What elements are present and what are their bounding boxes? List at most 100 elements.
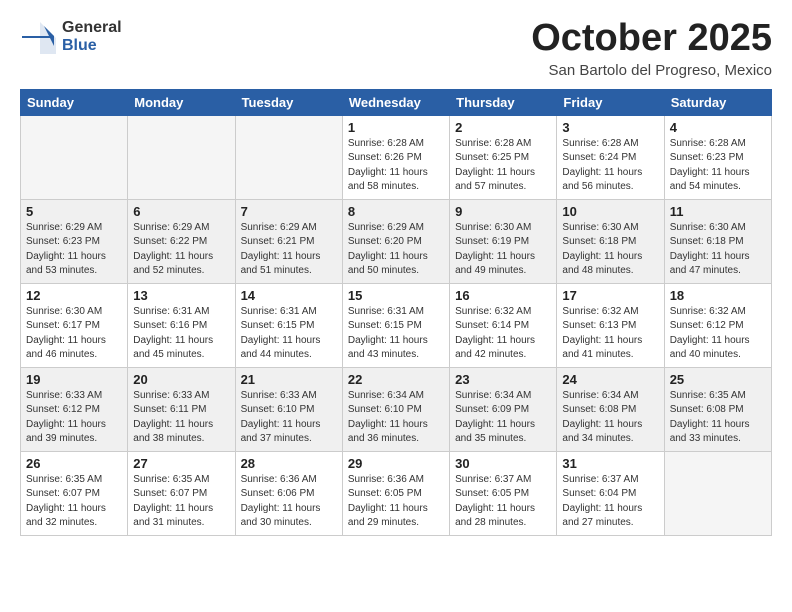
subtitle: San Bartolo del Progreso, Mexico [531,62,772,79]
column-header-thursday: Thursday [450,89,557,115]
header: General Blue October 2025 San Bartolo de… [20,18,772,79]
day-number: 21 [241,372,337,387]
calendar-cell: 20 Sunrise: 6:33 AM Sunset: 6:11 PM Dayli… [128,367,235,451]
day-number: 27 [133,456,229,471]
calendar-cell: 14 Sunrise: 6:31 AM Sunset: 6:15 PM Dayli… [235,283,342,367]
column-header-monday: Monday [128,89,235,115]
day-info: Sunrise: 6:33 AM Sunset: 6:12 PM Dayligh… [26,389,122,447]
day-info: Sunrise: 6:36 AM Sunset: 6:05 PM Dayligh… [348,473,444,531]
day-number: 23 [455,372,551,387]
calendar-cell: 25 Sunrise: 6:35 AM Sunset: 6:08 PM Dayli… [664,367,771,451]
day-info: Sunrise: 6:31 AM Sunset: 6:16 PM Dayligh… [133,305,229,363]
calendar-cell: 6 Sunrise: 6:29 AM Sunset: 6:22 PM Daylig… [128,199,235,283]
calendar-cell: 12 Sunrise: 6:30 AM Sunset: 6:17 PM Dayli… [21,283,128,367]
day-number: 16 [455,288,551,303]
day-info: Sunrise: 6:28 AM Sunset: 6:24 PM Dayligh… [562,137,658,195]
day-number: 31 [562,456,658,471]
calendar: SundayMondayTuesdayWednesdayThursdayFrid… [20,89,772,536]
day-info: Sunrise: 6:28 AM Sunset: 6:26 PM Dayligh… [348,137,444,195]
day-info: Sunrise: 6:32 AM Sunset: 6:12 PM Dayligh… [670,305,766,363]
calendar-week-row: 26Sunrise: 6:35 AM Sunset: 6:07 PM Dayli… [21,451,772,535]
calendar-cell: 3 Sunrise: 6:28 AM Sunset: 6:24 PM Daylig… [557,115,664,199]
day-info: Sunrise: 6:34 AM Sunset: 6:10 PM Dayligh… [348,389,444,447]
day-info: Sunrise: 6:30 AM Sunset: 6:19 PM Dayligh… [455,221,551,279]
day-number: 8 [348,204,444,219]
column-header-friday: Friday [557,89,664,115]
day-number: 18 [670,288,766,303]
day-info: Sunrise: 6:29 AM Sunset: 6:22 PM Dayligh… [133,221,229,279]
day-number: 20 [133,372,229,387]
day-number: 15 [348,288,444,303]
day-info: Sunrise: 6:29 AM Sunset: 6:23 PM Dayligh… [26,221,122,279]
logo-general: General [62,19,122,37]
calendar-cell: 30 Sunrise: 6:37 AM Sunset: 6:05 PM Dayli… [450,451,557,535]
day-number: 2 [455,120,551,135]
column-header-tuesday: Tuesday [235,89,342,115]
calendar-cell: 23 Sunrise: 6:34 AM Sunset: 6:09 PM Dayli… [450,367,557,451]
day-info: Sunrise: 6:29 AM Sunset: 6:20 PM Dayligh… [348,221,444,279]
day-number: 5 [26,204,122,219]
day-info: Sunrise: 6:33 AM Sunset: 6:10 PM Dayligh… [241,389,337,447]
calendar-cell: 15 Sunrise: 6:31 AM Sunset: 6:15 PM Dayli… [342,283,449,367]
day-number: 4 [670,120,766,135]
day-number: 13 [133,288,229,303]
day-info: Sunrise: 6:30 AM Sunset: 6:17 PM Dayligh… [26,305,122,363]
column-header-wednesday: Wednesday [342,89,449,115]
day-number: 29 [348,456,444,471]
day-number: 12 [26,288,122,303]
day-info: Sunrise: 6:35 AM Sunset: 6:07 PM Dayligh… [26,473,122,531]
month-title: October 2025 [531,18,772,60]
day-info: Sunrise: 6:37 AM Sunset: 6:05 PM Dayligh… [455,473,551,531]
day-number: 6 [133,204,229,219]
day-number: 19 [26,372,122,387]
calendar-cell: 11Sunrise: 6:30 AM Sunset: 6:18 PM Dayli… [664,199,771,283]
day-number: 14 [241,288,337,303]
calendar-week-row: 1 Sunrise: 6:28 AM Sunset: 6:26 PM Daylig… [21,115,772,199]
day-info: Sunrise: 6:36 AM Sunset: 6:06 PM Dayligh… [241,473,337,531]
calendar-cell: 8 Sunrise: 6:29 AM Sunset: 6:20 PM Daylig… [342,199,449,283]
calendar-cell: 1 Sunrise: 6:28 AM Sunset: 6:26 PM Daylig… [342,115,449,199]
day-number: 24 [562,372,658,387]
day-info: Sunrise: 6:35 AM Sunset: 6:07 PM Dayligh… [133,473,229,531]
day-number: 3 [562,120,658,135]
calendar-week-row: 12 Sunrise: 6:30 AM Sunset: 6:17 PM Dayli… [21,283,772,367]
calendar-cell: 4 Sunrise: 6:28 AM Sunset: 6:23 PM Daylig… [664,115,771,199]
day-info: Sunrise: 6:28 AM Sunset: 6:23 PM Dayligh… [670,137,766,195]
day-number: 25 [670,372,766,387]
day-number: 30 [455,456,551,471]
page: General Blue October 2025 San Bartolo de… [0,0,792,612]
day-number: 28 [241,456,337,471]
day-info: Sunrise: 6:37 AM Sunset: 6:04 PM Dayligh… [562,473,658,531]
day-number: 11 [670,204,766,219]
logo: General Blue [20,18,122,56]
day-info: Sunrise: 6:34 AM Sunset: 6:08 PM Dayligh… [562,389,658,447]
calendar-cell: 31 Sunrise: 6:37 AM Sunset: 6:04 PM Dayli… [557,451,664,535]
calendar-cell: 27 Sunrise: 6:35 AM Sunset: 6:07 PM Dayli… [128,451,235,535]
day-number: 10 [562,204,658,219]
day-info: Sunrise: 6:29 AM Sunset: 6:21 PM Dayligh… [241,221,337,279]
day-number: 7 [241,204,337,219]
day-info: Sunrise: 6:30 AM Sunset: 6:18 PM Dayligh… [562,221,658,279]
calendar-cell: 5 Sunrise: 6:29 AM Sunset: 6:23 PM Daylig… [21,199,128,283]
day-info: Sunrise: 6:34 AM Sunset: 6:09 PM Dayligh… [455,389,551,447]
calendar-cell: 21 Sunrise: 6:33 AM Sunset: 6:10 PM Dayli… [235,367,342,451]
calendar-cell: 10 Sunrise: 6:30 AM Sunset: 6:18 PM Dayli… [557,199,664,283]
calendar-cell: 28 Sunrise: 6:36 AM Sunset: 6:06 PM Dayli… [235,451,342,535]
column-header-sunday: Sunday [21,89,128,115]
day-number: 22 [348,372,444,387]
calendar-cell: 26Sunrise: 6:35 AM Sunset: 6:07 PM Dayli… [21,451,128,535]
calendar-cell: 19 Sunrise: 6:33 AM Sunset: 6:12 PM Dayli… [21,367,128,451]
day-info: Sunrise: 6:31 AM Sunset: 6:15 PM Dayligh… [348,305,444,363]
calendar-cell: 2Sunrise: 6:28 AM Sunset: 6:25 PM Daylig… [450,115,557,199]
day-number: 1 [348,120,444,135]
calendar-cell: 24 Sunrise: 6:34 AM Sunset: 6:08 PM Dayli… [557,367,664,451]
calendar-cell: 16 Sunrise: 6:32 AM Sunset: 6:14 PM Dayli… [450,283,557,367]
day-info: Sunrise: 6:33 AM Sunset: 6:11 PM Dayligh… [133,389,229,447]
day-info: Sunrise: 6:35 AM Sunset: 6:08 PM Dayligh… [670,389,766,447]
day-info: Sunrise: 6:32 AM Sunset: 6:14 PM Dayligh… [455,305,551,363]
day-info: Sunrise: 6:31 AM Sunset: 6:15 PM Dayligh… [241,305,337,363]
day-info: Sunrise: 6:32 AM Sunset: 6:13 PM Dayligh… [562,305,658,363]
calendar-cell: 18 Sunrise: 6:32 AM Sunset: 6:12 PM Dayli… [664,283,771,367]
calendar-cell [235,115,342,199]
logo-text: General Blue [62,19,122,54]
